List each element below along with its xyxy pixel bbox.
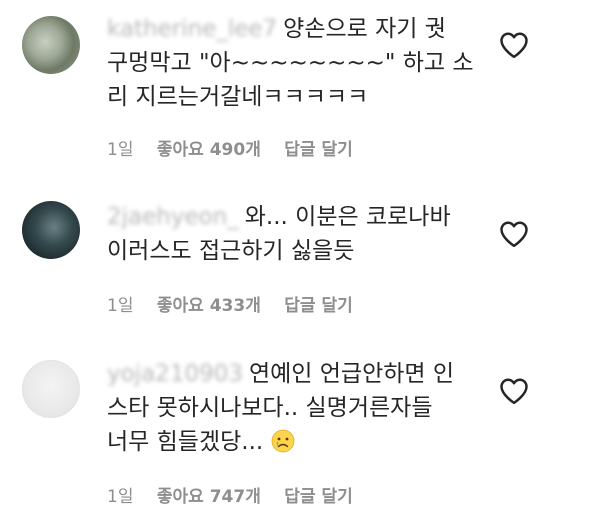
timestamp: 1일 — [107, 487, 134, 507]
like-count[interactable]: 좋아요 433개 — [157, 296, 261, 316]
comment-line: 이러스도 접근하기 싫을듯 — [107, 238, 355, 264]
comment-line: 스타 못하시나보다.. 실명거른자들 — [107, 395, 433, 421]
heart-outline-icon[interactable] — [499, 377, 529, 405]
reply-button[interactable]: 답글 달기 — [284, 140, 352, 160]
comment-line: 너무 힘들겠당... — [107, 429, 264, 455]
timestamp: 1일 — [107, 140, 134, 160]
heart-outline-icon[interactable] — [499, 220, 529, 248]
username[interactable]: yoja210903 — [107, 361, 243, 387]
username[interactable]: 2jaehyeon_ — [107, 204, 239, 230]
reply-button[interactable]: 답글 달기 — [284, 296, 352, 316]
comment-line: 와... 이분은 코로나바 — [244, 204, 451, 230]
timestamp: 1일 — [107, 296, 134, 316]
username[interactable]: katherine_lee7 — [107, 16, 277, 42]
comment-text: yoja210903 연예인 언급안하면 인 스타 못하시나보다.. 실명거른자들… — [107, 357, 497, 459]
comment-meta: 1일 좋아요 490개 답글 달기 — [107, 135, 371, 160]
comment-line: 구멍막고 "아~~~~~~~~" 하고 소 — [107, 50, 474, 76]
like-count[interactable]: 좋아요 747개 — [157, 487, 261, 507]
comment-line: 리 지르는거갈네ㅋㅋㅋㅋㅋ — [107, 84, 369, 110]
comment-meta: 1일 좋아요 433개 답글 달기 — [107, 291, 371, 316]
avatar[interactable] — [22, 16, 80, 74]
comment-line: 연예인 언급안하면 인 — [248, 361, 455, 387]
crying-face-emoji-icon — [271, 429, 294, 453]
reply-button[interactable]: 답글 달기 — [284, 487, 352, 507]
heart-outline-icon[interactable] — [499, 31, 529, 59]
comment-line: 양손으로 자기 궛 — [283, 16, 446, 42]
comment-meta: 1일 좋아요 747개 답글 달기 — [107, 482, 371, 507]
like-count[interactable]: 좋아요 490개 — [157, 140, 261, 160]
avatar[interactable] — [22, 360, 80, 418]
comment-text: katherine_lee7 양손으로 자기 궛 구멍막고 "아~~~~~~~~"… — [107, 12, 497, 114]
avatar[interactable] — [22, 201, 80, 259]
comment-text: 2jaehyeon_ 와... 이분은 코로나바 이러스도 접근하기 싫을듯 — [107, 200, 497, 268]
